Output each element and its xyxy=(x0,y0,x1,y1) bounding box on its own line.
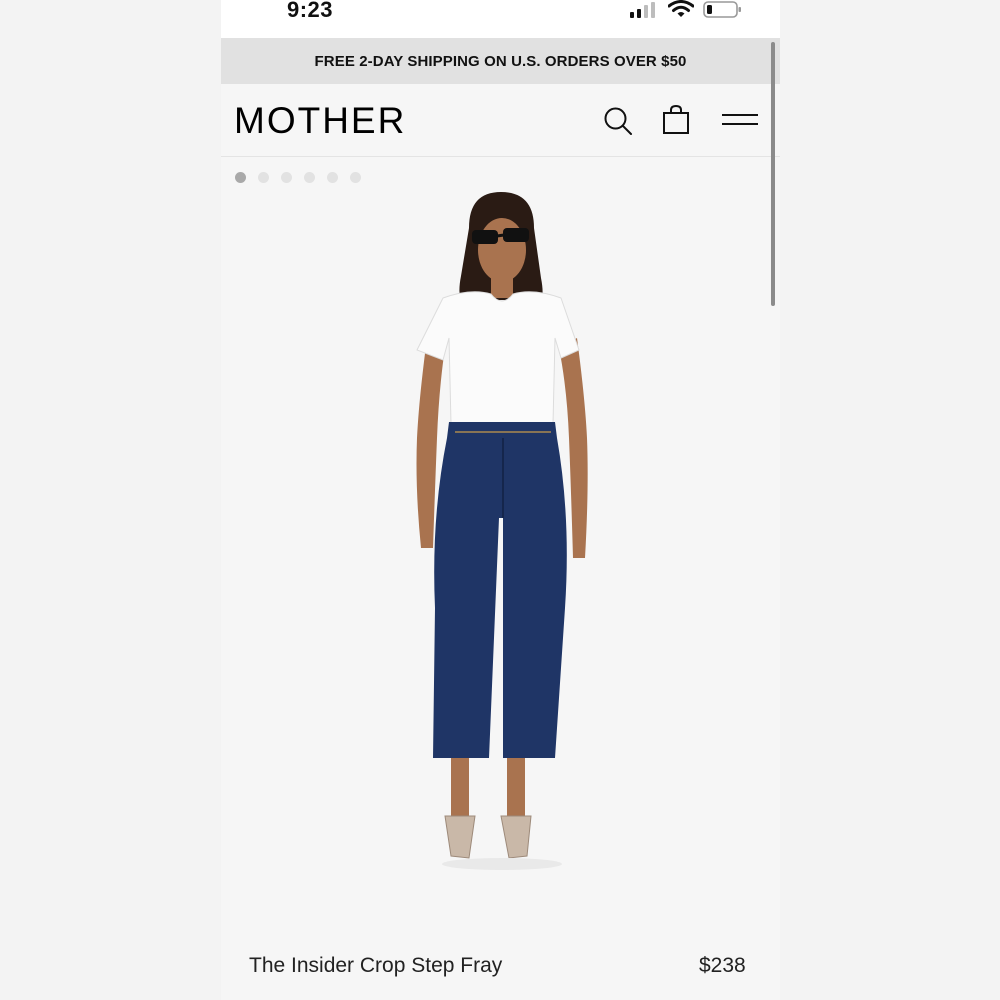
wifi-icon xyxy=(668,0,694,17)
left-backdrop xyxy=(0,0,221,1000)
promo-text: FREE 2-DAY SHIPPING ON U.S. ORDERS OVER … xyxy=(314,52,687,70)
site-header: MOTHER xyxy=(221,84,780,157)
status-time: 9:23 xyxy=(287,0,334,22)
phone-screen: 9:23 FREE 2-DAY SHIPPING ON U.S. ORDERS … xyxy=(221,0,780,1000)
shopping-bag-icon xyxy=(663,104,689,134)
carousel-dot[interactable] xyxy=(258,172,269,183)
product-photo[interactable] xyxy=(221,188,780,888)
cellular-signal-icon xyxy=(630,2,655,18)
product-name[interactable]: The Insider Crop Step Fray xyxy=(249,954,502,978)
carousel-dot[interactable] xyxy=(304,172,315,183)
right-backdrop xyxy=(780,0,1000,1000)
product-price: $238 xyxy=(699,954,746,977)
cart-button[interactable] xyxy=(661,104,691,136)
carousel-dot[interactable] xyxy=(327,172,338,183)
carousel-dot[interactable] xyxy=(350,172,361,183)
battery-icon xyxy=(703,1,741,18)
search-button[interactable] xyxy=(603,106,633,136)
carousel-dot[interactable] xyxy=(235,172,246,183)
status-bar: 9:23 xyxy=(221,0,780,38)
hamburger-menu-icon xyxy=(722,114,758,125)
brand-logo[interactable]: MOTHER xyxy=(234,100,406,142)
search-icon xyxy=(604,107,632,135)
menu-button[interactable] xyxy=(721,110,759,130)
carousel-indicator xyxy=(235,172,361,183)
promo-banner: FREE 2-DAY SHIPPING ON U.S. ORDERS OVER … xyxy=(221,38,780,84)
carousel-dot[interactable] xyxy=(281,172,292,183)
